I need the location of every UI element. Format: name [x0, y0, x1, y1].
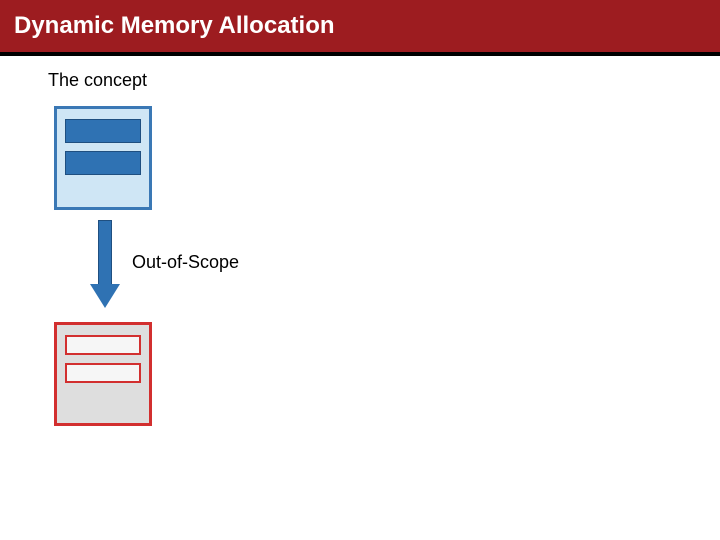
freed-slot [65, 335, 141, 355]
memory-box-out-of-scope [54, 322, 152, 426]
memory-box-in-scope [54, 106, 152, 210]
slide-header: Dynamic Memory Allocation [0, 0, 720, 56]
slide-title: Dynamic Memory Allocation [14, 12, 335, 40]
arrow-down-icon [90, 220, 120, 310]
allocated-slot [65, 119, 141, 143]
arrow-shaft [98, 220, 112, 286]
allocated-slot [65, 151, 141, 175]
arrow-head [90, 284, 120, 308]
arrow-label: Out-of-Scope [132, 252, 239, 273]
subtitle: The concept [48, 70, 147, 91]
slide-body: The concept Out-of-Scope [0, 56, 720, 540]
freed-slot [65, 363, 141, 383]
